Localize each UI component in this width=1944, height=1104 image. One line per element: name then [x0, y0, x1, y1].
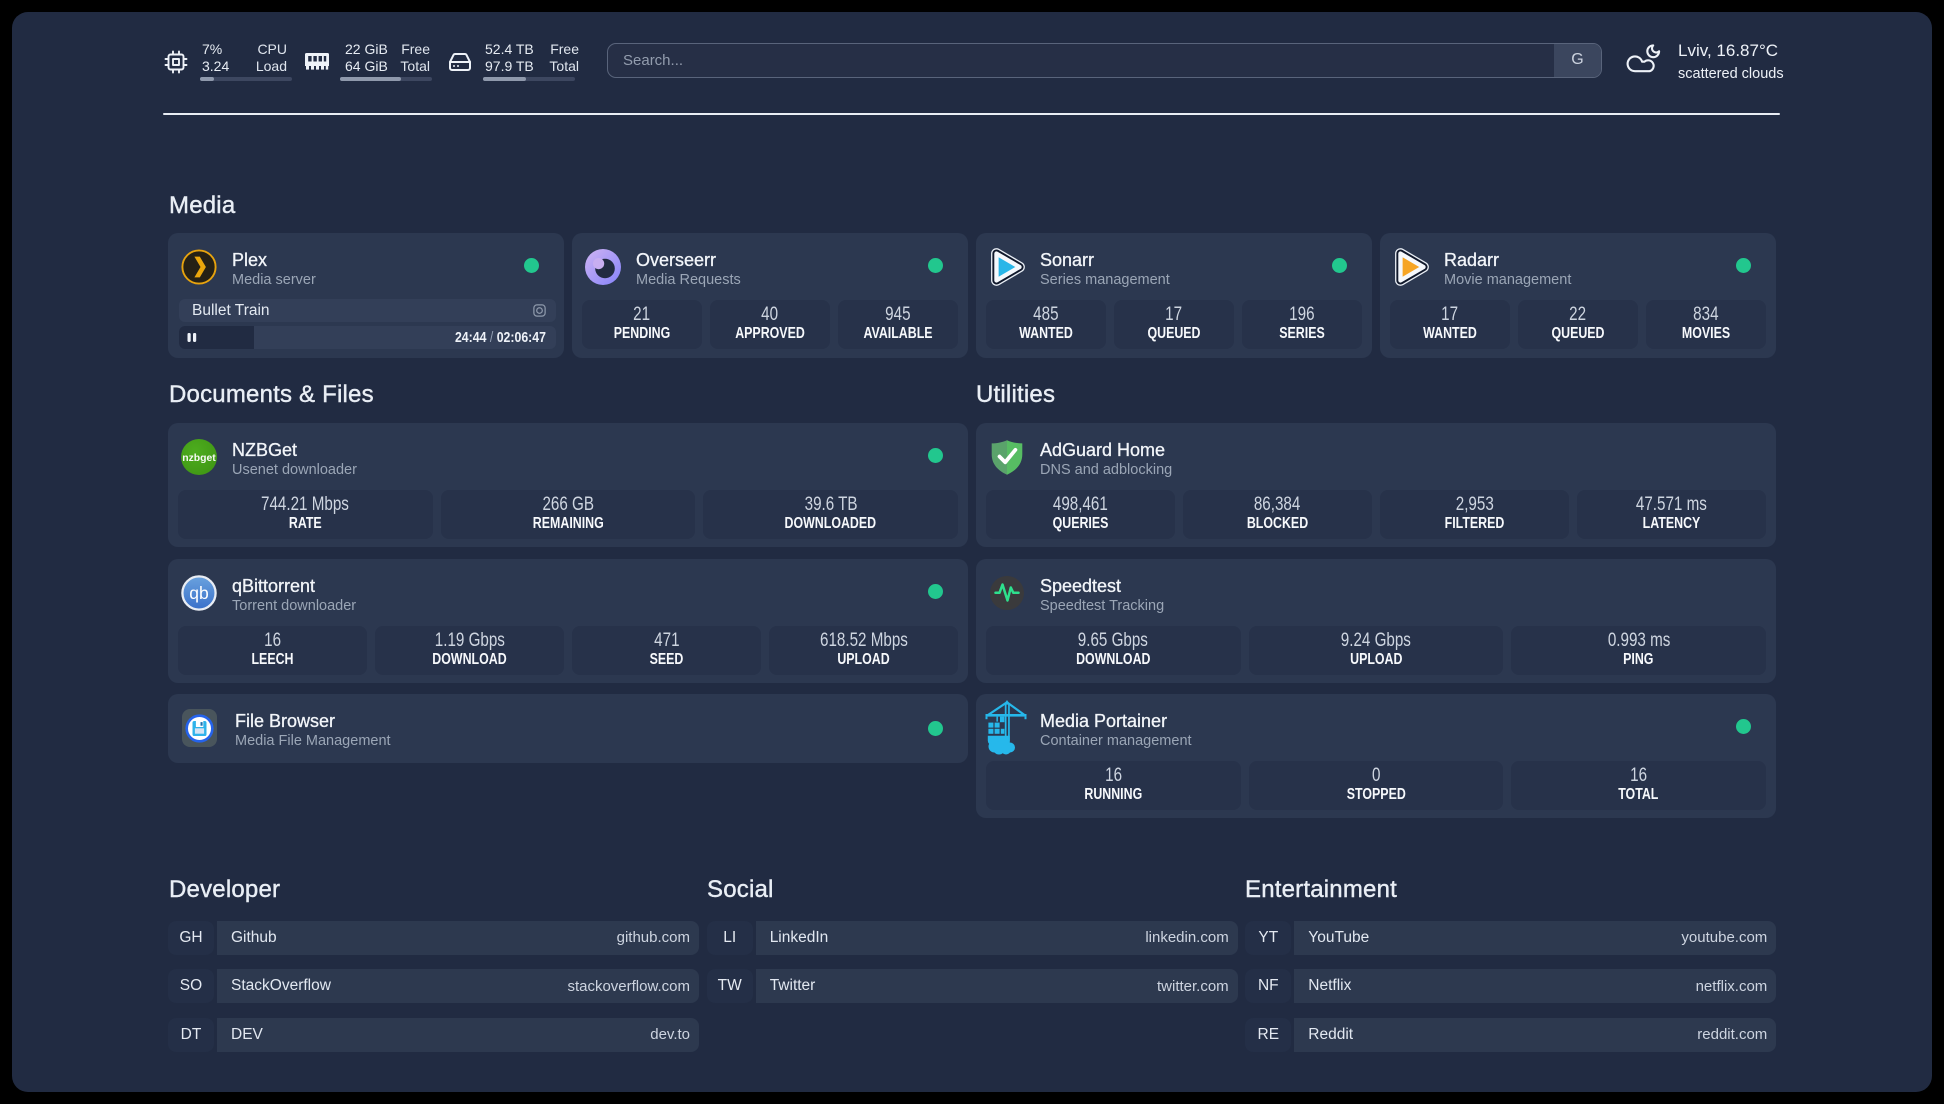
svg-text:nzbget: nzbget	[182, 453, 216, 464]
svg-text:qb: qb	[189, 583, 208, 603]
